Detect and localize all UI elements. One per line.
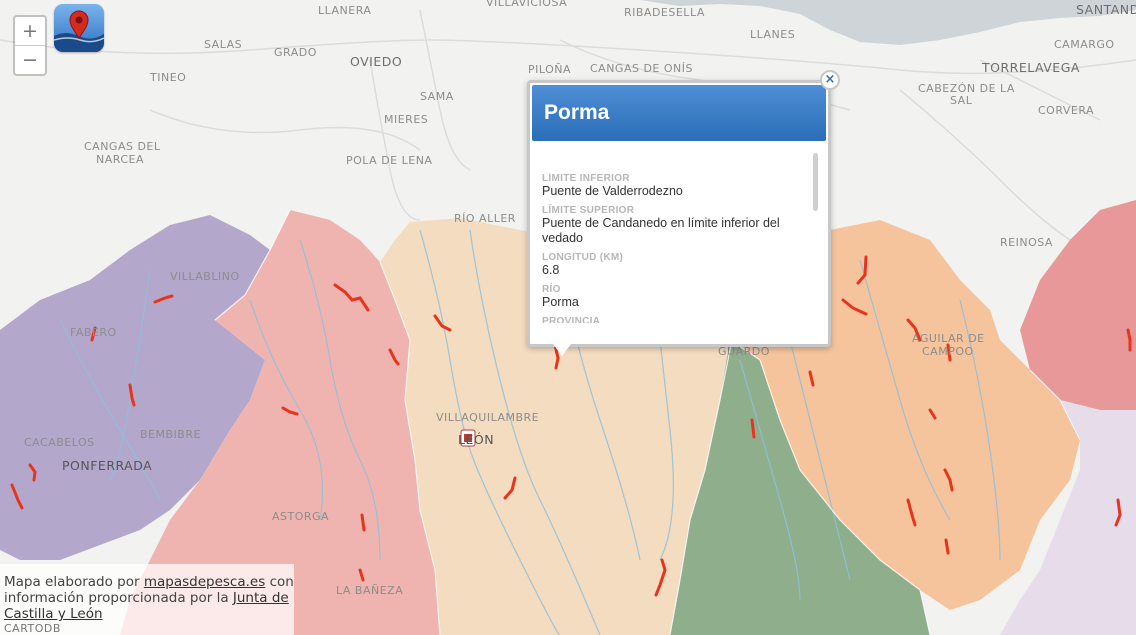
place-label: NARCEA (96, 153, 144, 166)
place-label: SALAS (204, 38, 242, 51)
place-label: PONFERRADA (62, 458, 152, 473)
place-label: CORVERA (1038, 104, 1094, 117)
popup-pointer (553, 344, 571, 356)
place-label: LEÓN (458, 432, 494, 447)
popup-field-value: Porma (542, 295, 579, 309)
zoom-control: + − (13, 15, 47, 76)
popup-field-value: Puente de Candanedo en límite inferior d… (542, 216, 780, 245)
attribution-prefix: Mapa elaborado por (4, 574, 140, 590)
place-label: MIERES (384, 113, 428, 126)
place-label: VILLAVICIOSA (486, 0, 567, 9)
popup-body: LÍMITE INFERIOR Puente de Valderrodezno LÍ… (542, 173, 812, 323)
popup-title: Porma (544, 101, 610, 124)
place-label: BEMBIBRE (140, 428, 201, 441)
place-label: TORRELAVEGA (981, 60, 1080, 75)
popup-field-label: RÍO (542, 284, 561, 295)
popup-header: Porma (532, 85, 826, 141)
popup-field-value: 6.8 (542, 263, 560, 277)
place-label: FABERO (70, 326, 117, 339)
map-pin-icon[interactable] (54, 4, 104, 52)
place-label: CANGAS DEL (84, 140, 161, 153)
cartodb-logo: CARTODB (4, 622, 61, 635)
place-label: CAMPOO (922, 345, 974, 358)
place-label: CACABELOS (24, 436, 95, 449)
place-label: RIBADESELLA (624, 6, 705, 19)
place-label: REINOSA (1000, 236, 1053, 249)
place-label: AGUILAR DE (912, 332, 985, 345)
place-label: ASTORGA (272, 510, 329, 523)
popup-scrollbar[interactable] (813, 153, 818, 211)
place-label: GRADO (274, 46, 317, 59)
place-label: SANTANDER (1076, 2, 1136, 17)
popup-field-label: LONGITUD (KM) (542, 252, 624, 263)
place-label: CANGAS DE ONÍS (590, 62, 693, 75)
place-label: POLA DE LENA (346, 154, 432, 167)
place-label: LA BAÑEZA (336, 584, 403, 597)
place-label: VILLABLINO (170, 270, 240, 283)
place-label: CAMARGO (1054, 38, 1115, 51)
place-label: SAL (950, 94, 973, 107)
mapasdepesca-link[interactable]: mapasdepesca.es (144, 574, 265, 590)
place-label: SAMA (420, 90, 454, 103)
zoom-in-button[interactable]: + (15, 17, 45, 46)
place-label: PILOÑA (528, 63, 571, 76)
place-label: LLANERA (318, 4, 371, 17)
info-popup: Porma LÍMITE INFERIOR Puente de Valderrod… (527, 80, 831, 347)
place-label: LLANES (750, 28, 795, 41)
place-label: RÍO ALLER (454, 212, 516, 225)
place-label: OVIEDO (350, 54, 402, 69)
popup-field-value: Puente de Valderrodezno (542, 184, 683, 198)
popup-field-label: LÍMITE INFERIOR (542, 173, 630, 184)
popup-field-label: PROVINCIA (542, 316, 601, 323)
zoom-out-button[interactable]: − (15, 46, 45, 74)
place-label: VILLAQUILAMBRE (436, 411, 539, 424)
place-label: TINEO (149, 71, 186, 84)
popup-field-label: LÍMITE SUPERIOR (542, 205, 635, 216)
popup-close-button[interactable]: × (820, 70, 840, 90)
